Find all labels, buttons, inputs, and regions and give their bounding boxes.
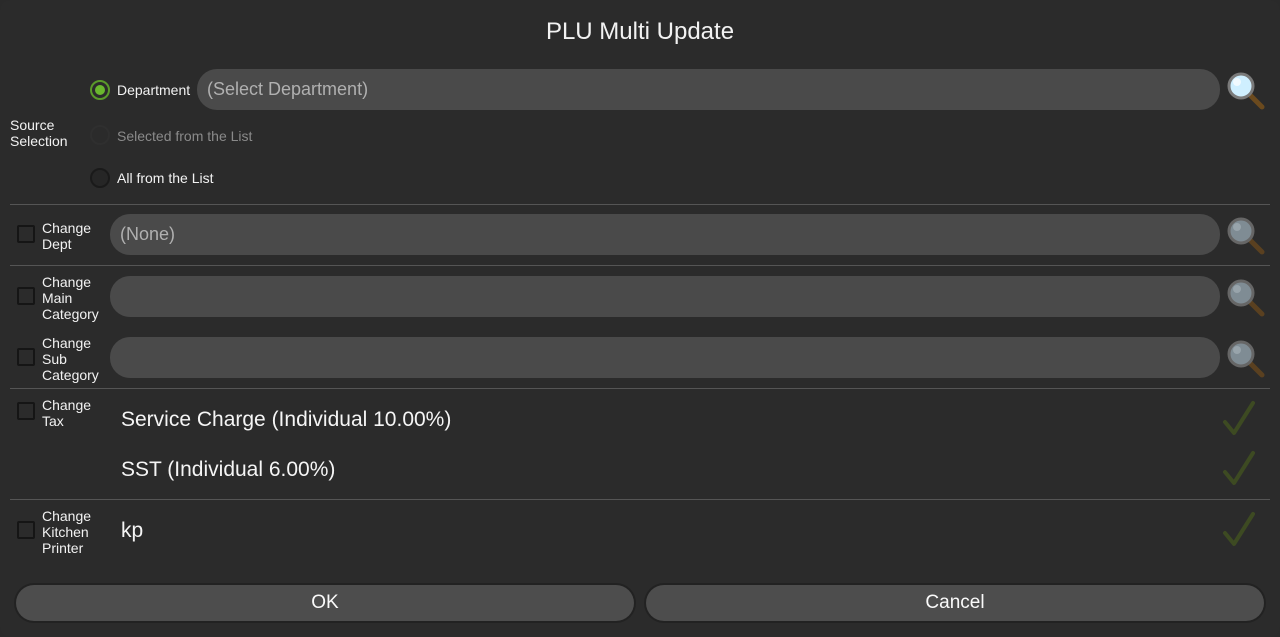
divider [10, 265, 1270, 266]
cancel-button[interactable]: Cancel [646, 585, 1264, 621]
change-sub-category-field[interactable] [110, 337, 1220, 378]
select-department-field[interactable]: (Select Department) [197, 69, 1220, 110]
change-kitchen-printer-checkbox[interactable] [17, 521, 35, 539]
change-dept-checkbox[interactable] [17, 225, 35, 243]
sub-category-search-icon[interactable] [1225, 338, 1265, 378]
service-charge-checkmark-icon[interactable] [1222, 400, 1256, 438]
tax-option-label[interactable]: SST (Individual 6.00%) [121, 458, 335, 482]
change-dept-label: Change Dept [42, 220, 92, 252]
radio-selected-from-list [90, 125, 110, 145]
change-main-category-checkbox[interactable] [17, 287, 35, 305]
change-sub-category-label: Change Sub Category [42, 335, 99, 383]
tax-option-label[interactable]: Service Charge (Individual 10.00%) [121, 408, 451, 432]
radio-all-from-list-label[interactable]: All from the List [117, 170, 213, 186]
divider [10, 499, 1270, 500]
radio-selected-from-list-label: Selected from the List [117, 128, 253, 144]
radio-department[interactable] [90, 80, 110, 100]
divider [10, 388, 1270, 389]
dialog-title: PLU Multi Update [545, 18, 735, 45]
divider [10, 204, 1270, 205]
change-dept-field[interactable]: (None) [110, 214, 1220, 255]
radio-all-from-list[interactable] [90, 168, 110, 188]
kp-checkmark-icon[interactable] [1222, 511, 1256, 549]
change-tax-checkbox[interactable] [17, 402, 35, 420]
department-search-icon[interactable] [1225, 70, 1265, 110]
change-sub-category-checkbox[interactable] [17, 348, 35, 366]
change-tax-label: Change Tax [42, 397, 92, 429]
radio-department-label[interactable]: Department [117, 82, 190, 98]
change-dept-search-icon[interactable] [1225, 215, 1265, 255]
ok-button[interactable]: OK [16, 585, 634, 621]
change-main-category-label: Change Main Category [42, 274, 99, 322]
plu-multi-update-dialog: PLU Multi Update Source Selection Depart… [0, 0, 1280, 637]
main-category-search-icon[interactable] [1225, 277, 1265, 317]
source-selection-label: Source Selection [10, 117, 68, 149]
kitchen-printer-option-label[interactable]: kp [121, 519, 143, 543]
change-kitchen-printer-label: Change Kitchen Printer [42, 508, 92, 556]
sst-checkmark-icon[interactable] [1222, 450, 1256, 488]
change-main-category-field[interactable] [110, 276, 1220, 317]
